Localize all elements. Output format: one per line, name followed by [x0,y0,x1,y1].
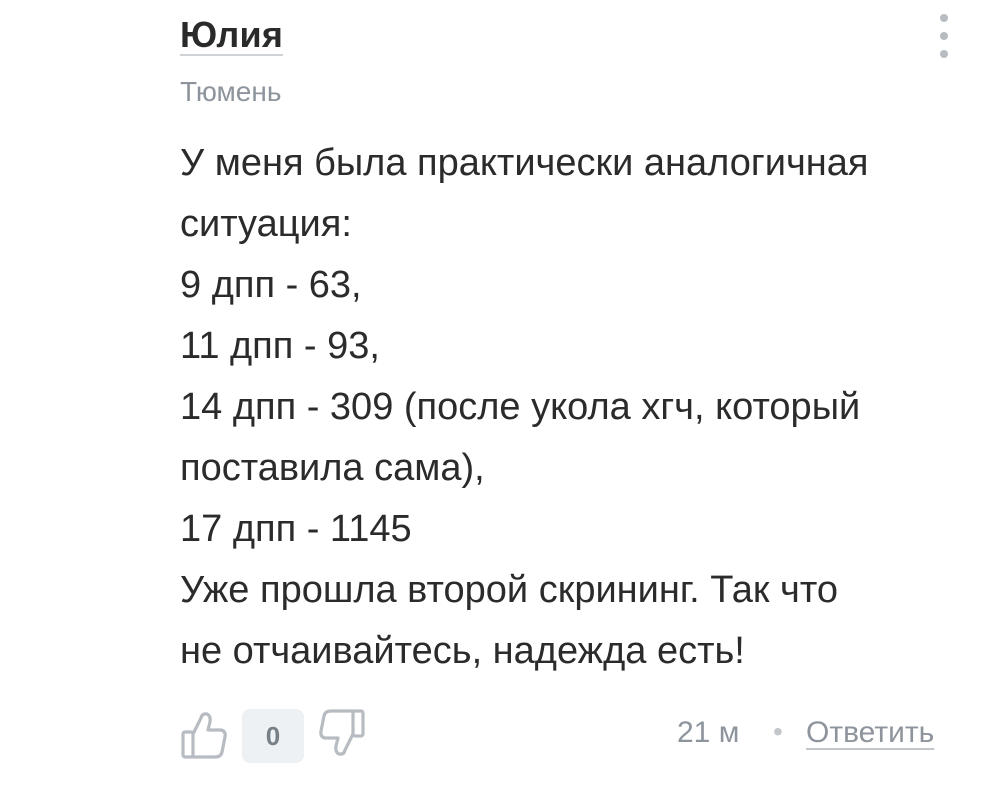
more-vertical-icon-dot [940,50,948,58]
meta-separator: • [773,716,783,747]
dislike-button[interactable] [318,708,366,758]
reply-link[interactable]: Ответить [806,716,934,750]
thumbs-down-icon [319,709,365,756]
thumbs-up-icon [181,712,227,759]
comment-line: поставила сама), [180,447,485,489]
comment-line: 9 дпп - 63, [180,264,362,306]
comment-line: ситуация: [180,203,352,245]
more-vertical-icon-dot [940,32,948,40]
more-vertical-icon [940,14,948,22]
author-city: Тюмень [180,76,282,107]
comment-actions: 0 21 м • Ответить [180,706,960,763]
comment-text: У меня была практически аналогичная ситу… [180,133,960,682]
comment-line: не отчаивайтесь, надежда есть! [180,630,745,672]
comment-line: 17 дпп - 1145 [180,508,412,550]
rating-count: 0 [242,709,304,763]
like-button[interactable] [180,710,228,760]
comment-card: Юлия Тюмень У меня была практически анал… [180,0,960,786]
author-name[interactable]: Юлия [180,14,283,56]
comment-line: Уже прошла второй скрининг. Так что [180,569,838,611]
comment-line: У меня была практически аналогичная [180,142,869,184]
comment-line: 14 дпп - 309 (после укола хгч, который [180,386,861,428]
comment-line: 11 дпп - 93, [180,325,380,367]
more-options-button[interactable] [934,14,954,58]
comment-time: 21 м [677,716,740,749]
